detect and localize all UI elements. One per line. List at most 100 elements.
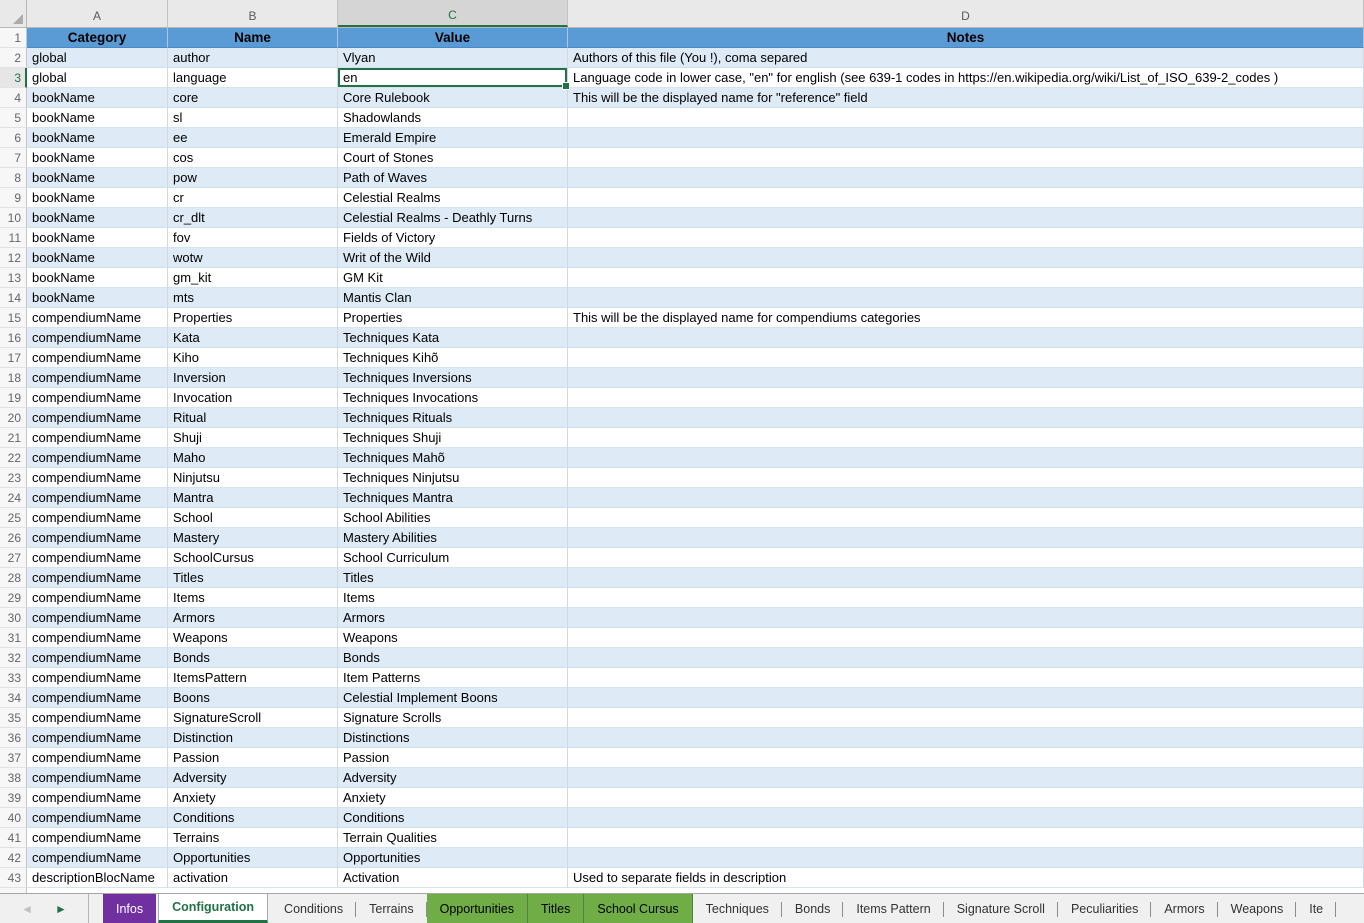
cell-C37[interactable]: Passion (338, 748, 568, 768)
cell-B18[interactable]: Inversion (168, 368, 338, 388)
cell-D7[interactable] (568, 148, 1364, 168)
cell-B12[interactable]: wotw (168, 248, 338, 268)
cell-C4[interactable]: Core Rulebook (338, 88, 568, 108)
sheet-tab-armors[interactable]: Armors (1151, 894, 1217, 923)
column-header-c[interactable]: C (338, 0, 568, 27)
cell-D37[interactable] (568, 748, 1364, 768)
cell-C38[interactable]: Adversity (338, 768, 568, 788)
cell-D29[interactable] (568, 588, 1364, 608)
cell-B14[interactable]: mts (168, 288, 338, 308)
cell-C13[interactable]: GM Kit (338, 268, 568, 288)
cell-C8[interactable]: Path of Waves (338, 168, 568, 188)
cell-A25[interactable]: compendiumName (27, 508, 168, 528)
cell-C3[interactable]: en (338, 68, 568, 88)
cell-D39[interactable] (568, 788, 1364, 808)
cell-A34[interactable]: compendiumName (27, 688, 168, 708)
sheet-tab-items-pattern[interactable]: Items Pattern (843, 894, 943, 923)
cell-C25[interactable]: School Abilities (338, 508, 568, 528)
cell-B7[interactable]: cos (168, 148, 338, 168)
row-number-42[interactable]: 42 (0, 848, 27, 868)
cell-B30[interactable]: Armors (168, 608, 338, 628)
cell-B2[interactable]: author (168, 48, 338, 68)
cell-B11[interactable]: fov (168, 228, 338, 248)
cell-B41[interactable]: Terrains (168, 828, 338, 848)
cell-C21[interactable]: Techniques Shuji (338, 428, 568, 448)
cell-B29[interactable]: Items (168, 588, 338, 608)
cell-B31[interactable]: Weapons (168, 628, 338, 648)
cell-C32[interactable]: Bonds (338, 648, 568, 668)
row-number-7[interactable]: 7 (0, 148, 27, 168)
cell-C28[interactable]: Titles (338, 568, 568, 588)
cell-B28[interactable]: Titles (168, 568, 338, 588)
cell-A2[interactable]: global (27, 48, 168, 68)
row-number-20[interactable]: 20 (0, 408, 27, 428)
sheet-tab-terrains[interactable]: Terrains (356, 894, 426, 923)
cell-B15[interactable]: Properties (168, 308, 338, 328)
sheet-tab-peculiarities[interactable]: Peculiarities (1058, 894, 1151, 923)
cell-D8[interactable] (568, 168, 1364, 188)
cell-B8[interactable]: pow (168, 168, 338, 188)
cell-B26[interactable]: Mastery (168, 528, 338, 548)
cell-A28[interactable]: compendiumName (27, 568, 168, 588)
cell-D4[interactable]: This will be the displayed name for "ref… (568, 88, 1364, 108)
cell-D18[interactable] (568, 368, 1364, 388)
cell-D19[interactable] (568, 388, 1364, 408)
row-number-19[interactable]: 19 (0, 388, 27, 408)
cell-C1[interactable]: Value (338, 28, 568, 48)
cell-B25[interactable]: School (168, 508, 338, 528)
cell-C14[interactable]: Mantis Clan (338, 288, 568, 308)
next-sheet-arrow-icon[interactable]: ► (55, 902, 67, 916)
cell-A1[interactable]: Category (27, 28, 168, 48)
cell-B10[interactable]: cr_dlt (168, 208, 338, 228)
cell-A8[interactable]: bookName (27, 168, 168, 188)
row-number-10[interactable]: 10 (0, 208, 27, 228)
cell-C9[interactable]: Celestial Realms (338, 188, 568, 208)
select-all-corner[interactable] (0, 0, 27, 27)
cell-C17[interactable]: Techniques Kihõ (338, 348, 568, 368)
cell-A21[interactable]: compendiumName (27, 428, 168, 448)
cell-B35[interactable]: SignatureScroll (168, 708, 338, 728)
row-number-32[interactable]: 32 (0, 648, 27, 668)
cell-A42[interactable]: compendiumName (27, 848, 168, 868)
cell-D6[interactable] (568, 128, 1364, 148)
cell-A26[interactable]: compendiumName (27, 528, 168, 548)
sheet-tab-weapons[interactable]: Weapons (1218, 894, 1297, 923)
row-number-23[interactable]: 23 (0, 468, 27, 488)
cell-B13[interactable]: gm_kit (168, 268, 338, 288)
row-number-4[interactable]: 4 (0, 88, 27, 108)
row-number-12[interactable]: 12 (0, 248, 27, 268)
cell-B36[interactable]: Distinction (168, 728, 338, 748)
cell-A5[interactable]: bookName (27, 108, 168, 128)
cell-C19[interactable]: Techniques Invocations (338, 388, 568, 408)
column-header-d[interactable]: D (568, 0, 1364, 27)
cell-D23[interactable] (568, 468, 1364, 488)
cell-B19[interactable]: Invocation (168, 388, 338, 408)
sheet-tab-titles[interactable]: Titles (528, 894, 584, 923)
cell-A20[interactable]: compendiumName (27, 408, 168, 428)
cell-C33[interactable]: Item Patterns (338, 668, 568, 688)
cell-D13[interactable] (568, 268, 1364, 288)
cell-B38[interactable]: Adversity (168, 768, 338, 788)
cell-C30[interactable]: Armors (338, 608, 568, 628)
cell-B33[interactable]: ItemsPattern (168, 668, 338, 688)
cell-D20[interactable] (568, 408, 1364, 428)
row-number-8[interactable]: 8 (0, 168, 27, 188)
cell-B40[interactable]: Conditions (168, 808, 338, 828)
cell-A35[interactable]: compendiumName (27, 708, 168, 728)
sheet-tab-signature-scroll[interactable]: Signature Scroll (944, 894, 1058, 923)
cell-D24[interactable] (568, 488, 1364, 508)
cell-C18[interactable]: Techniques Inversions (338, 368, 568, 388)
cell-C29[interactable]: Items (338, 588, 568, 608)
cell-B5[interactable]: sl (168, 108, 338, 128)
cell-B43[interactable]: activation (168, 868, 338, 888)
cell-C27[interactable]: School Curriculum (338, 548, 568, 568)
cell-A17[interactable]: compendiumName (27, 348, 168, 368)
cell-D32[interactable] (568, 648, 1364, 668)
cell-D5[interactable] (568, 108, 1364, 128)
row-number-11[interactable]: 11 (0, 228, 27, 248)
row-number-17[interactable]: 17 (0, 348, 27, 368)
cell-D21[interactable] (568, 428, 1364, 448)
cell-A27[interactable]: compendiumName (27, 548, 168, 568)
row-number-13[interactable]: 13 (0, 268, 27, 288)
row-number-34[interactable]: 34 (0, 688, 27, 708)
